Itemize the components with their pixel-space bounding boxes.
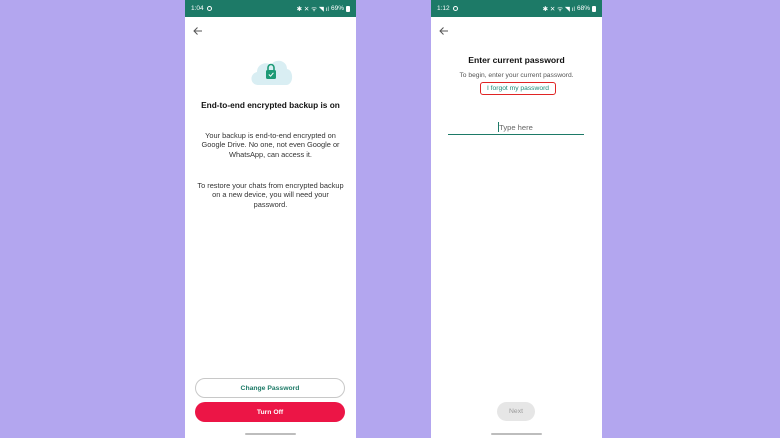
restore-description: To restore your chats from encrypted bac… <box>197 181 344 209</box>
back-button[interactable] <box>437 24 451 38</box>
status-time: 1:12 <box>437 5 450 12</box>
battery-icon <box>346 5 350 12</box>
forgot-password-link[interactable]: I forgot my password <box>480 82 556 95</box>
next-button[interactable]: Next <box>497 402 535 421</box>
page-title: Enter current password <box>468 55 565 65</box>
status-indicators: ✱ ✕ ᯤ ◥ ıl <box>542 6 575 13</box>
home-indicator <box>491 433 542 435</box>
battery-percent: 68% <box>576 5 590 12</box>
status-time: 1:04 <box>191 5 204 12</box>
encryption-description: Your backup is end-to-end encrypted on G… <box>201 131 340 159</box>
text-cursor <box>498 122 499 132</box>
arrow-left-icon <box>439 27 448 35</box>
status-bar: 1:04 ✱ ✕ ᯤ ◥ ıl 69% <box>185 0 356 17</box>
status-bar: 1:12 ✱ ✕ ᯤ ◥ ıl 68% <box>431 0 602 17</box>
phone-screen-enter-password: 1:12 ✱ ✕ ᯤ ◥ ıl 68% Enter current passwo… <box>431 0 602 438</box>
arrow-left-icon <box>193 27 202 35</box>
battery-percent: 69% <box>330 5 344 12</box>
dnd-icon <box>206 6 212 11</box>
instruction-text: To begin, enter your current password. <box>459 72 574 79</box>
cloud-lock-icon <box>251 60 293 85</box>
password-input[interactable] <box>448 120 584 135</box>
turn-off-button[interactable]: Turn Off <box>195 402 345 422</box>
dnd-icon <box>452 6 458 11</box>
back-button[interactable] <box>191 24 205 38</box>
phone-screen-backup-status: 1:04 ✱ ✕ ᯤ ◥ ıl 69% End-to-end encrypted… <box>185 0 356 438</box>
home-indicator <box>245 433 296 435</box>
change-password-button[interactable]: Change Password <box>195 378 345 398</box>
page-title: End-to-end encrypted backup is on <box>201 100 340 110</box>
status-indicators: ✱ ✕ ᯤ ◥ ıl <box>296 6 329 13</box>
battery-icon <box>592 5 596 12</box>
